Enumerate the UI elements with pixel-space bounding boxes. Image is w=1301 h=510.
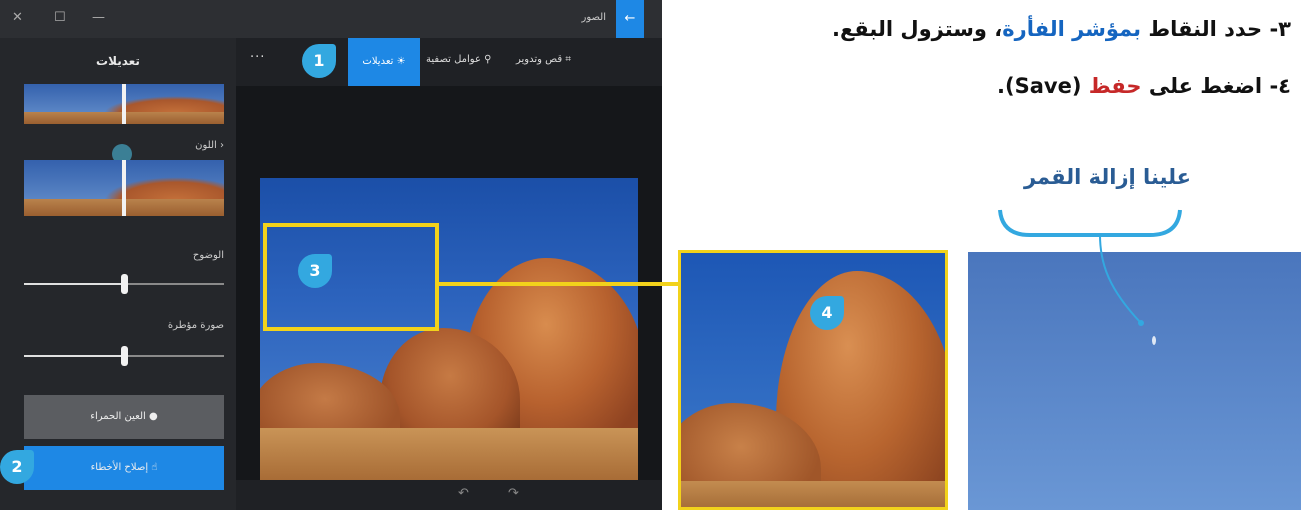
spot-fix-label: إصلاح الأخطاء [90,462,149,473]
step-badge-3: 3 [298,254,332,288]
clarity-slider-thumb[interactable] [121,274,128,294]
selected-spot-highlight [263,223,439,331]
clarity-slider-fill [24,283,124,285]
crop-icon: ⌗ [565,54,572,65]
red-eye-label: العين الحمراء [90,411,146,422]
window-title: الصور [581,12,607,23]
adjust-tab[interactable]: ☀ تعديلات [348,38,420,86]
close-icon[interactable]: ✕ [12,10,23,25]
color-preview-strip[interactable] [24,160,224,216]
title-bar: ✕ ☐ — الصور ← [0,0,662,38]
instruction-step-3: ٣- حدد النقاط بمؤشر الفأرة، وستزول البقع… [831,17,1291,41]
instruction-step-4: ٤- اضغط على حفظ (Save). [997,74,1291,98]
editor-toolbar: ··· ☀ تعديلات ⚲ عوامل تصفية ⌗ قص وتدوير [236,38,662,86]
vignette-slider-thumb[interactable] [121,346,128,366]
vignette-label: صورة مؤطرة [167,320,224,331]
adjustments-panel: تعديلات ‹ اللون الوضوح صورة مؤطرة ● العي… [0,38,236,510]
chevron-left-icon: ‹ [220,140,224,151]
clarity-slider[interactable] [24,274,224,294]
minimize-icon[interactable]: — [92,10,105,25]
hand-pointer-icon: ☝ [151,462,158,473]
filters-tab[interactable]: ⚲ عوامل تصفية [426,54,491,65]
crop-rotate-tab[interactable]: ⌗ قص وتدوير [516,54,571,65]
step-badge-1: 1 [302,44,336,78]
red-eye-button[interactable]: ● العين الحمراء [24,395,224,439]
panel-title: تعديلات [96,54,140,68]
maximize-icon[interactable]: ☐ [54,10,66,25]
save-highlight: حفظ [1088,74,1142,98]
edit-bottom-bar: ↶ ↷ [236,480,662,510]
light-preview-strip[interactable] [24,84,224,124]
redo-icon[interactable]: ↷ [508,486,519,501]
undo-icon[interactable]: ↶ [458,486,469,501]
spot-fix-button[interactable]: ☝ إصلاح الأخطاء [24,446,224,490]
vignette-slider-fill [24,355,124,357]
preview-handle[interactable] [122,160,126,216]
filters-tab-label: عوامل تصفية [426,54,481,65]
adjust-tab-label: تعديلات [362,56,394,67]
mouse-pointer-highlight: بمؤشر الفأرة [1002,17,1142,41]
color-section-label: اللون [195,140,217,151]
filter-icon: ⚲ [484,54,492,65]
tutorial-figure: ✕ ☐ — الصور ← تعديلات ‹ اللون الوضوح صور… [0,0,1301,510]
clarity-label: الوضوح [192,250,224,261]
vignette-slider[interactable] [24,346,224,366]
step-badge-4: 4 [810,296,844,330]
step-badge-2: 2 [0,450,34,484]
zoom-connector-line [439,282,678,286]
eye-icon: ● [148,411,158,422]
note-callout-graphic [998,209,1182,326]
sun-icon: ☀ [396,56,406,67]
preview-handle[interactable] [122,84,126,124]
crop-rotate-tab-label: قص وتدوير [516,54,563,65]
zoomed-photo-detail [678,250,948,510]
more-options-icon[interactable]: ··· [250,50,265,65]
back-arrow-icon[interactable]: ← [616,0,644,38]
